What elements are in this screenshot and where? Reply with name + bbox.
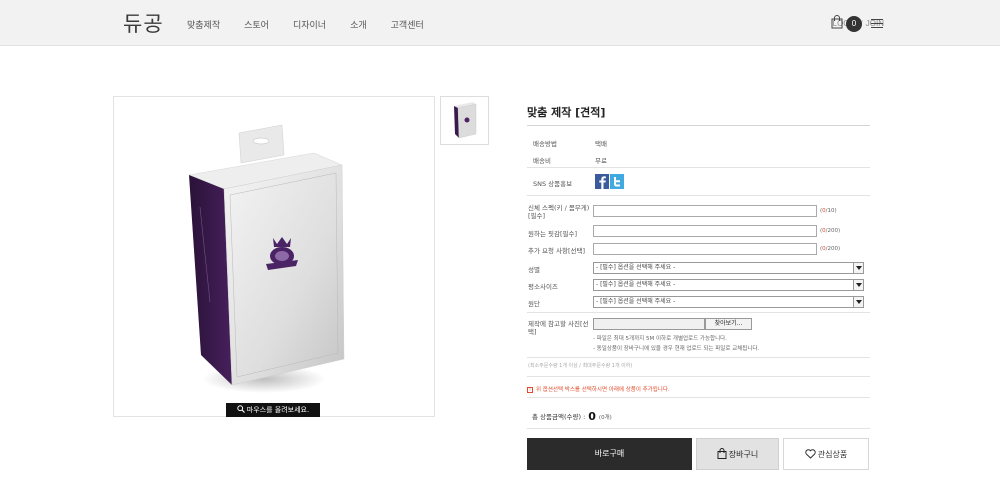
nav-item-support[interactable]: 고객센터 <box>391 18 424 31</box>
chevron-down-icon <box>853 280 863 290</box>
heart-icon <box>805 449 816 459</box>
sns-label: SNS 상품홍보 <box>533 180 573 188</box>
usual-size-label: 평소사이즈 <box>528 283 558 291</box>
option-notice: ! 위 옵션선택 박스를 선택하시면 아래에 상품이 추가됩니다. <box>527 385 670 393</box>
fit-input[interactable] <box>593 225 817 237</box>
main-nav: 맞춤제작 스토어 디자이너 소개 고객센터 <box>187 18 448 31</box>
magnifier-icon <box>237 405 245 413</box>
facebook-icon[interactable] <box>595 174 609 189</box>
total-quantity: (0개) <box>598 415 612 421</box>
cart-count-badge[interactable]: 0 <box>846 16 862 32</box>
buy-now-label: 바로구매 <box>594 449 625 458</box>
divider <box>527 357 870 358</box>
usual-size-select-value: - [필수] 옵션을 선택해 주세요 - <box>596 281 676 288</box>
gender-label: 성별 <box>528 266 540 274</box>
file-upload-input[interactable] <box>593 318 705 330</box>
fabric-label: 원단 <box>528 300 540 308</box>
zoom-hint-label: 마우스를 올려보세요. <box>246 406 310 414</box>
nav-item-store[interactable]: 스토어 <box>244 18 269 31</box>
order-quantity-limit: (최소주문수량 1개 이상 / 최대주문수량 1개 이하) <box>528 363 633 369</box>
usual-size-select[interactable]: - [필수] 옵션을 선택해 주세요 - <box>593 279 864 291</box>
shopping-bag-icon <box>717 448 727 459</box>
divider <box>527 125 870 126</box>
extra-request-input[interactable] <box>593 243 817 255</box>
upload-label: 제작에 참고할 사진[선택] <box>528 320 589 336</box>
fabric-select-value: - [필수] 옵션을 선택해 주세요 - <box>596 298 676 305</box>
extra-request-count: (0/200) <box>820 246 841 252</box>
wishlist-label: 관심상품 <box>817 450 848 459</box>
total-price: 총 상품금액(수량) :0 (0개) <box>532 410 612 423</box>
divider <box>527 397 870 398</box>
alert-icon: ! <box>527 386 533 393</box>
buy-now-button[interactable]: 바로구매 <box>527 438 692 470</box>
divider <box>527 167 870 168</box>
chevron-down-icon <box>853 263 863 273</box>
product-box-image <box>188 124 345 393</box>
total-price-label: 총 상품금액(수량) : <box>532 413 586 421</box>
divider <box>527 376 870 377</box>
site-header: 듀공 맞춤제작 스토어 디자이너 소개 고객센터 LOGIN/JOIN 0 <box>0 0 1000 46</box>
product-main-image[interactable] <box>113 96 435 417</box>
site-logo[interactable]: 듀공 <box>123 8 164 38</box>
shipping-method-label: 배송방법 <box>533 140 557 148</box>
total-price-value: 0 <box>588 410 596 423</box>
upload-note: - 파일은 최대 5개까지 5M 이하로 개별업로드 가능합니다. <box>593 336 727 342</box>
gender-select-value: - [필수] 옵션을 선택해 주세요 - <box>596 264 676 271</box>
shipping-method-value: 택배 <box>595 140 607 148</box>
zoom-hint: 마우스를 올려보세요. <box>226 403 320 417</box>
shopping-bag-icon[interactable] <box>831 15 843 29</box>
add-to-cart-label: 장바구니 <box>728 450 759 459</box>
shipping-fee-label: 배송비 <box>533 157 551 165</box>
hamburger-menu-icon[interactable] <box>871 19 883 29</box>
fit-count: (0/200) <box>820 228 841 234</box>
body-spec-count: (0/10) <box>820 208 837 214</box>
add-to-cart-button[interactable]: 장바구니 <box>696 438 779 470</box>
thumbnail-image <box>454 102 477 139</box>
divider <box>527 195 870 196</box>
wishlist-button[interactable]: 관심상품 <box>783 438 869 470</box>
divider <box>527 312 870 313</box>
shipping-fee-value: 무료 <box>595 157 607 165</box>
option-notice-text: 위 옵션선택 박스를 선택하시면 아래에 상품이 추가됩니다. <box>536 387 670 393</box>
body-spec-label: 신체 스펙(키 / 몸무게)[필수] <box>528 204 590 220</box>
fabric-select[interactable]: - [필수] 옵션을 선택해 주세요 - <box>593 296 864 308</box>
file-browse-button[interactable]: 찾아보기... <box>705 318 752 330</box>
nav-item-about[interactable]: 소개 <box>350 18 367 31</box>
nav-item-designer[interactable]: 디자이너 <box>293 18 326 31</box>
twitter-icon[interactable] <box>610 174 624 189</box>
extra-request-label: 추가 요청 사항[선택] <box>528 247 586 255</box>
upload-note: - 동일상품이 장바구니에 있을 경우 현재 업로드 되는 파일로 교체됩니다. <box>593 346 760 352</box>
body-spec-input[interactable] <box>593 205 817 217</box>
product-thumbnail[interactable] <box>440 96 489 145</box>
nav-item-custom[interactable]: 맞춤제작 <box>187 18 220 31</box>
chevron-down-icon <box>853 297 863 307</box>
sns-buttons <box>595 174 624 189</box>
divider <box>527 428 870 429</box>
gender-select[interactable]: - [필수] 옵션을 선택해 주세요 - <box>593 262 864 274</box>
fit-label: 원하는 핏감[필수] <box>528 230 577 238</box>
product-title: 맞춤 제작 [견적] <box>527 106 606 119</box>
